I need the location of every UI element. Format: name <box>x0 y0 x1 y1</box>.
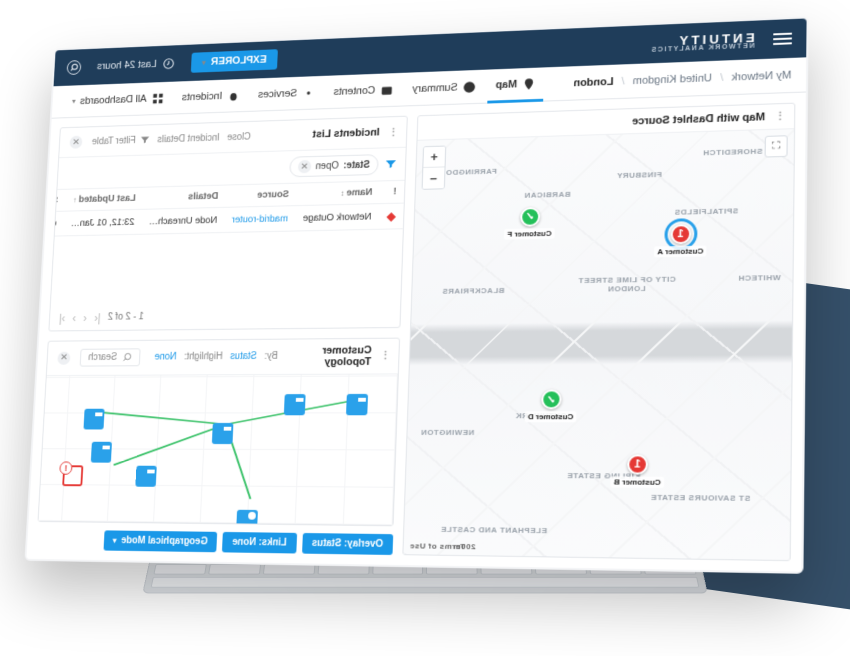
overlay-button[interactable]: Overlay: Status <box>302 533 394 555</box>
panel-title: Incidents List <box>312 127 379 140</box>
district-label: WHITECH <box>738 273 781 283</box>
filter-table-button[interactable]: Filter Table <box>92 134 151 147</box>
panel-menu-icon[interactable]: ⋮ <box>773 110 786 123</box>
col-updated[interactable]: Last Updated↑ <box>64 188 143 212</box>
tab-map[interactable]: Map <box>487 67 544 103</box>
topology-node[interactable] <box>212 422 234 443</box>
pager-first-icon[interactable]: |‹ <box>94 311 101 324</box>
topology-node-alert[interactable] <box>62 465 83 486</box>
breadcrumb[interactable]: My Network <box>731 69 791 83</box>
topology-node[interactable] <box>236 509 258 525</box>
district-label: BARBICAN <box>524 189 571 199</box>
district-label: NEWINGTON <box>421 428 475 437</box>
district-label: ELEPHANT AND CASTLE <box>440 525 547 535</box>
panel-menu-icon[interactable]: ⋮ <box>379 349 391 362</box>
links-button[interactable]: Links: None <box>222 532 296 554</box>
tab-contents[interactable]: Contents <box>326 72 402 108</box>
map-panel: ⋮ Map with Dashlet Source ⛶ SHOREDITCH F… <box>402 103 795 562</box>
district-label: ST SAVIOURS ESTATE <box>650 493 750 503</box>
tab-dashboards[interactable]: All Dashboards ▾ <box>64 81 172 118</box>
menu-icon[interactable] <box>773 33 792 45</box>
chip-remove-icon[interactable]: ✕ <box>297 160 311 173</box>
col-state[interactable]: State <box>51 190 66 212</box>
district-label: FARRINGDON <box>439 167 497 177</box>
topology-node[interactable] <box>83 408 104 429</box>
map-marker-customer-a[interactable]: 1 Customer A <box>654 224 707 257</box>
map-marker-customer-d[interactable]: ✓ Customer D <box>525 390 578 423</box>
panel-title: Map with Dashlet Source <box>632 111 765 127</box>
highlight-value[interactable]: None <box>154 352 177 363</box>
gear-icon <box>302 86 316 99</box>
district-label: SHOREDITCH <box>703 147 763 158</box>
mode-button[interactable]: Geographical Mode▾ <box>103 530 217 552</box>
breadcrumb[interactable]: London <box>573 76 613 89</box>
filter-icon[interactable] <box>384 157 398 171</box>
zoom-in-button[interactable]: + <box>423 147 445 168</box>
topology-canvas[interactable] <box>38 374 397 525</box>
explorer-button[interactable]: EXPLORER ▾ <box>190 49 278 73</box>
pager: 1 - 2 of 2 |‹ ‹ › ›| <box>49 301 400 330</box>
terms-link[interactable]: Terms of Use <box>409 541 465 551</box>
panel-title: Customer Topology <box>285 344 372 368</box>
topology-node[interactable] <box>284 394 306 415</box>
col-severity[interactable]: ! <box>380 181 405 204</box>
col-details[interactable]: Details <box>142 185 226 209</box>
pager-last-icon[interactable]: ›| <box>59 311 66 324</box>
topology-node[interactable] <box>91 441 112 462</box>
topology-node[interactable] <box>346 393 368 414</box>
bug-icon <box>226 89 239 102</box>
search-icon <box>121 352 132 362</box>
by-label: By: <box>264 351 278 362</box>
tab-incidents[interactable]: Incidents <box>174 78 248 114</box>
district-label: CITY OF LIME STREET LONDON <box>571 275 683 294</box>
time-range[interactable]: Last 24 hours <box>97 57 175 73</box>
district-label: SPITALFIELDS <box>674 206 738 216</box>
topology-node[interactable] <box>135 465 156 486</box>
tab-summary[interactable]: Summary <box>404 69 484 106</box>
filter-chip-state[interactable]: State: Open ✕ <box>289 154 379 177</box>
map-pin-icon <box>522 77 536 91</box>
topology-panel: ⋮ Customer Topology By: Status Highlight… <box>38 337 401 526</box>
search-icon[interactable] <box>67 60 82 75</box>
fullscreen-icon[interactable]: ⛶ <box>765 135 788 157</box>
pager-next-icon[interactable]: › <box>72 311 76 324</box>
topology-search[interactable]: Search <box>80 348 141 366</box>
zoom-control: + − <box>422 146 447 190</box>
incident-details-link[interactable]: Incident Details <box>157 133 220 145</box>
pager-label: 1 - 2 of 2 <box>108 312 144 323</box>
col-name[interactable]: Name↕ <box>296 181 380 205</box>
panel-menu-icon[interactable]: ⋮ <box>387 126 399 139</box>
col-source[interactable]: Source <box>225 184 297 208</box>
by-value[interactable]: Status <box>230 351 257 362</box>
close-icon[interactable]: ✕ <box>57 351 70 364</box>
incidents-panel: ⋮ Incidents List Close Incident Details … <box>48 116 407 331</box>
district-label: BLACKFRIARS <box>442 286 504 296</box>
close-link[interactable]: Close <box>227 132 251 143</box>
zoom-out-button[interactable]: − <box>423 167 445 188</box>
incidents-table: ! Name↕ Source Details Last Updated↑ Sta… <box>51 181 405 237</box>
map-marker-customer-f[interactable]: ✓ Customer F <box>504 206 555 239</box>
breadcrumb[interactable]: United Kingdom <box>633 72 713 86</box>
clock-icon <box>162 57 175 70</box>
filter-icon <box>139 134 150 145</box>
geo-map[interactable]: ⛶ SHOREDITCH FINSBURY BARBICAN SPITALFIE… <box>403 129 794 560</box>
district-label: FINSBURY <box>617 171 662 181</box>
pager-prev-icon[interactable]: ‹ <box>83 311 87 324</box>
tab-services[interactable]: Services <box>250 75 323 111</box>
severity-critical-icon: ◆ <box>387 209 396 222</box>
grid-icon <box>151 92 164 105</box>
info-icon <box>462 80 476 94</box>
highlight-label: Highlight: <box>184 352 223 363</box>
close-filters-icon[interactable]: ✕ <box>69 136 82 149</box>
brand-logo: ENTUITY NETWORK ANALYTICS <box>650 30 755 53</box>
folder-icon <box>380 83 394 97</box>
map-marker-customer-b[interactable]: 1 Customer B <box>611 454 665 488</box>
